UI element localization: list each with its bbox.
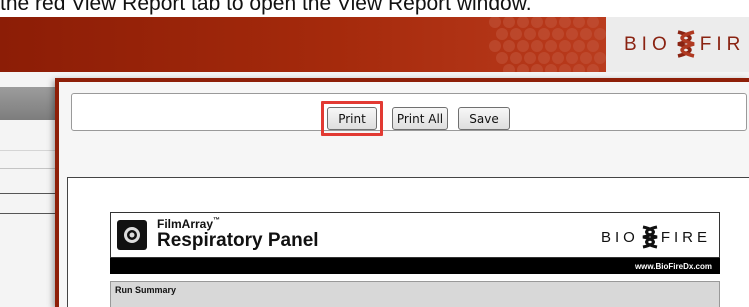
report-logo: BIO FIRE xyxy=(601,225,711,249)
background-row-divider xyxy=(0,213,60,214)
panel-name: Respiratory Panel xyxy=(157,230,319,251)
report-preview[interactable]: FilmArray™ Respiratory Panel BIO FIRE ww… xyxy=(67,177,749,307)
product-title: FilmArray™ xyxy=(157,217,220,231)
helix-icon xyxy=(642,225,658,249)
report-logo-right: FIRE xyxy=(660,228,711,246)
report-toolbar: Print Print All Save xyxy=(71,93,747,136)
instruction-text: the red View Report tab to open the View… xyxy=(0,0,532,15)
background-row-divider xyxy=(0,168,60,169)
report-logo-left: BIO xyxy=(600,228,639,246)
helix-icon xyxy=(677,29,695,58)
panel-icon xyxy=(117,220,147,250)
background-header-bar xyxy=(0,87,60,120)
website-text: www.BioFireDx.com xyxy=(634,261,712,271)
brand-logo-left: BIO xyxy=(624,33,672,55)
report-header: FilmArray™ Respiratory Panel BIO FIRE xyxy=(110,212,720,258)
print-all-button[interactable]: Print All xyxy=(392,107,448,130)
report-page: FilmArray™ Respiratory Panel BIO FIRE ww… xyxy=(110,212,720,307)
view-report-window: Print Print All Save FilmArray™ Respirat… xyxy=(55,78,749,307)
website-bar: www.BioFireDx.com xyxy=(110,258,720,274)
brand-logo-right: FIR xyxy=(699,33,746,55)
brand-logo: BIO FIR xyxy=(606,17,749,72)
print-button[interactable]: Print xyxy=(327,107,377,130)
background-row-divider xyxy=(0,193,60,194)
hex-pattern xyxy=(489,17,606,72)
product-name: FilmArray xyxy=(157,217,214,231)
save-button[interactable]: Save xyxy=(458,107,510,130)
run-summary-header: Run Summary xyxy=(110,281,720,307)
background-row-divider xyxy=(0,150,60,151)
trademark-mark: ™ xyxy=(213,217,221,224)
